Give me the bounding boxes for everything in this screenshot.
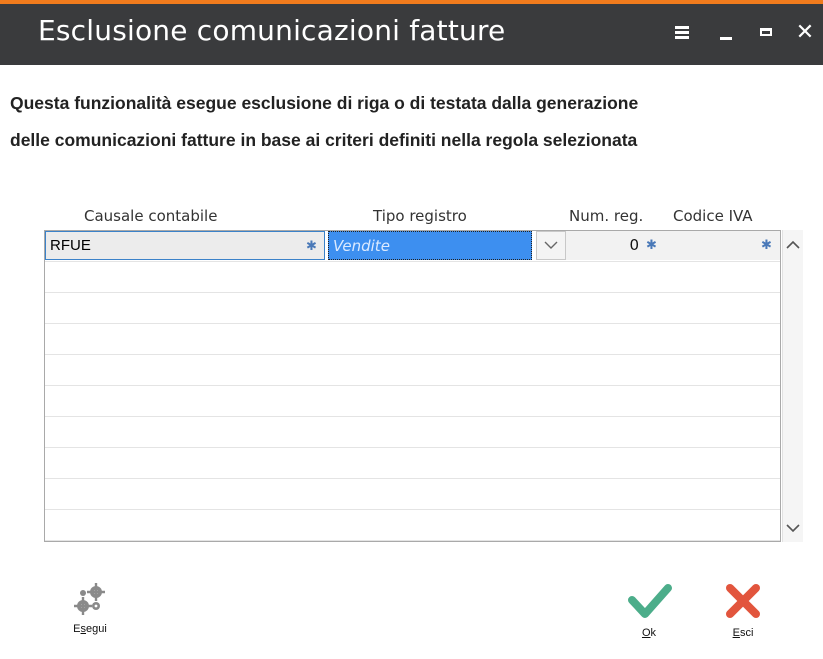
esegui-button[interactable]: Esegui: [62, 580, 118, 635]
column-header-num-reg: Num. reg.: [569, 207, 644, 225]
table-row[interactable]: [45, 479, 780, 510]
tipo-registro-value: Vendite: [333, 237, 390, 255]
rules-grid: RFUE ✱ Vendite 0 ✱ ✱: [44, 230, 781, 542]
num-reg-cell[interactable]: 0 ✱: [566, 231, 665, 260]
gears-icon: [74, 583, 105, 615]
title-bar: Esclusione comunicazioni fatture ✕: [0, 4, 823, 65]
causale-cell[interactable]: RFUE ✱: [45, 231, 325, 260]
causale-value: RFUE: [50, 237, 91, 254]
ok-label: Ok: [641, 627, 657, 639]
description-line-1: Questa funzionalità esegue esclusione di…: [10, 93, 639, 113]
table-row[interactable]: [45, 417, 780, 448]
description-line-2: delle comunicazioni fatture in base ai c…: [10, 130, 638, 150]
table-row[interactable]: RFUE ✱ Vendite 0 ✱ ✱: [45, 231, 780, 262]
chevron-up-icon[interactable]: [786, 240, 800, 249]
table-row[interactable]: [45, 324, 780, 355]
lookup-star-icon[interactable]: ✱: [646, 237, 657, 253]
ok-button[interactable]: Ok: [624, 582, 674, 639]
column-header-tipo-registro: Tipo registro: [373, 207, 467, 225]
esci-button[interactable]: Esci: [718, 580, 768, 639]
tipo-registro-cell[interactable]: Vendite: [328, 231, 532, 260]
tipo-registro-dropdown-button[interactable]: [536, 231, 566, 260]
table-row[interactable]: [45, 355, 780, 386]
chevron-down-icon[interactable]: [786, 524, 800, 533]
cross-icon: [726, 584, 760, 618]
esci-label: Esci: [732, 627, 754, 639]
maximize-icon[interactable]: [752, 16, 780, 48]
lookup-star-icon[interactable]: ✱: [761, 237, 772, 253]
table-row[interactable]: [45, 262, 780, 293]
checkmark-icon: [628, 584, 672, 618]
table-row[interactable]: [45, 448, 780, 479]
grid-scrollbar[interactable]: [782, 230, 803, 542]
table-row[interactable]: [45, 293, 780, 324]
column-header-causale: Causale contabile: [84, 207, 218, 225]
codice-iva-cell[interactable]: ✱: [665, 231, 780, 260]
minimize-icon[interactable]: [712, 16, 740, 48]
menu-icon[interactable]: [668, 16, 696, 48]
lookup-star-icon[interactable]: ✱: [306, 238, 317, 254]
column-header-codice-iva: Codice IVA: [673, 207, 753, 225]
table-row[interactable]: [45, 510, 780, 541]
esegui-label: Esegui: [73, 623, 107, 635]
num-reg-value: 0: [629, 236, 639, 254]
window-title: Esclusione comunicazioni fatture: [38, 14, 506, 47]
table-row[interactable]: [45, 386, 780, 417]
close-icon[interactable]: ✕: [791, 16, 819, 48]
chevron-down-icon: [544, 241, 558, 249]
